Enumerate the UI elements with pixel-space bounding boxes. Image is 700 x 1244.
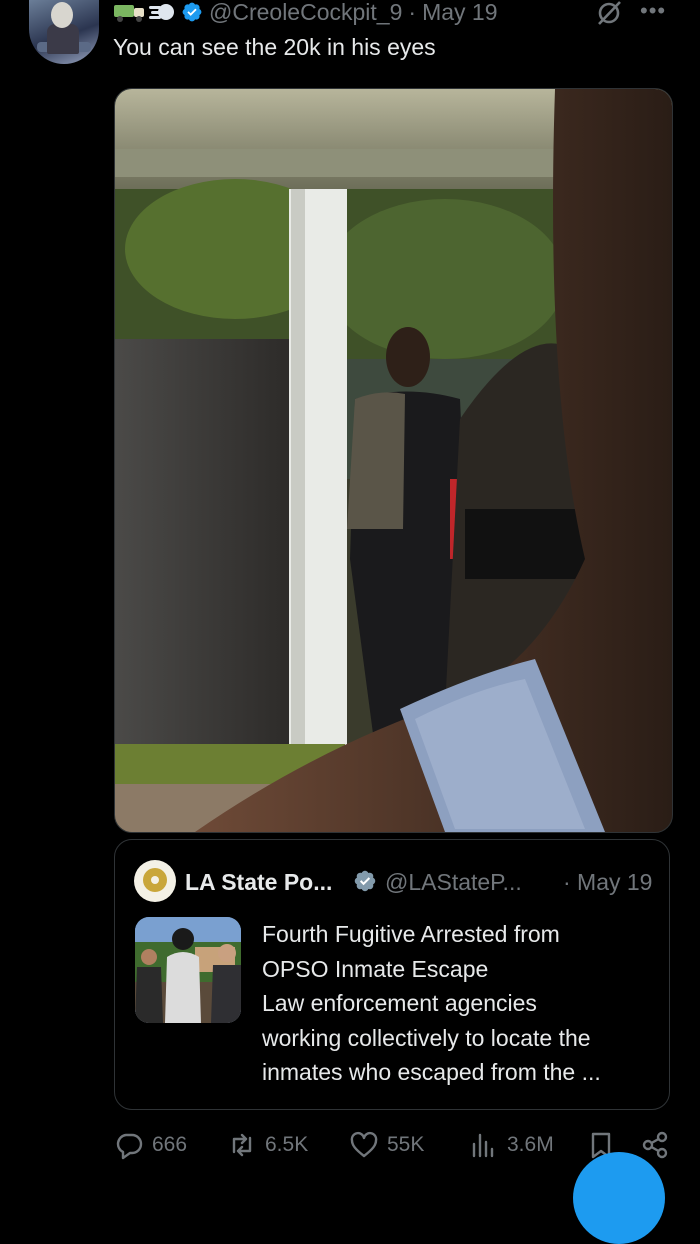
quoted-avatar[interactable] xyxy=(134,860,176,902)
reply-icon xyxy=(116,1133,143,1160)
tweet-photo[interactable] xyxy=(114,88,673,833)
tweet-text: You can see the 20k in his eyes xyxy=(113,34,436,60)
quoted-body-line: working collectively to locate the xyxy=(262,1024,591,1051)
repost-icon xyxy=(232,1133,252,1157)
quoted-body-line: Fourth Fugitive Arrested from xyxy=(262,921,560,947)
dash-emoji-icon xyxy=(149,4,174,20)
views-icon xyxy=(472,1133,494,1158)
grok-icon[interactable] xyxy=(594,0,624,26)
author-handle[interactable]: @CreoleCockpit_9 xyxy=(209,0,402,26)
share-icon xyxy=(642,1131,668,1159)
quoted-name[interactable]: LA State Po... xyxy=(185,869,332,896)
repost-button[interactable]: 6.5K xyxy=(227,1130,308,1160)
compose-button[interactable] xyxy=(573,1152,665,1244)
quoted-body-line: Law enforcement agencies xyxy=(262,990,537,1016)
tweet-date[interactable]: May 19 xyxy=(422,0,497,26)
share-button[interactable] xyxy=(640,1130,670,1160)
verified-badge-icon xyxy=(354,870,376,892)
verified-badge-icon xyxy=(182,2,202,22)
like-count: 55K xyxy=(387,1133,425,1156)
tweet-header: @CreoleCockpit_9 · May 19 xyxy=(113,0,498,26)
quoted-body-line: OPSO Inmate Escape xyxy=(262,955,489,982)
quoted-handle[interactable]: @LAStateP... xyxy=(385,869,522,896)
repost-count: 6.5K xyxy=(265,1133,309,1156)
action-bar: 666 6.5K 55K 3.6M xyxy=(114,1130,670,1166)
name-emoji xyxy=(113,1,175,23)
views-count: 3.6M xyxy=(507,1133,554,1156)
more-icon[interactable]: ••• xyxy=(640,0,666,24)
author-avatar[interactable] xyxy=(29,0,99,64)
separator-dot: · xyxy=(408,0,417,25)
heart-icon xyxy=(350,1131,378,1158)
reply-count: 666 xyxy=(152,1133,188,1156)
views-button[interactable]: 3.6M xyxy=(469,1130,554,1160)
quoted-date[interactable]: · May 19 xyxy=(563,869,652,896)
quoted-thumbnail[interactable] xyxy=(135,917,241,1023)
reply-button[interactable]: 666 xyxy=(114,1130,187,1160)
like-button[interactable]: 55K xyxy=(349,1130,424,1160)
quoted-body: Fourth Fugitive Arrested from OPSO Inmat… xyxy=(262,917,662,1090)
quoted-tweet[interactable]: LA State Po... @LAStateP... · May 19 Fou… xyxy=(114,839,670,1110)
quoted-body-line: inmates who escaped from the ... xyxy=(262,1059,601,1085)
truck-emoji-icon xyxy=(114,5,144,22)
